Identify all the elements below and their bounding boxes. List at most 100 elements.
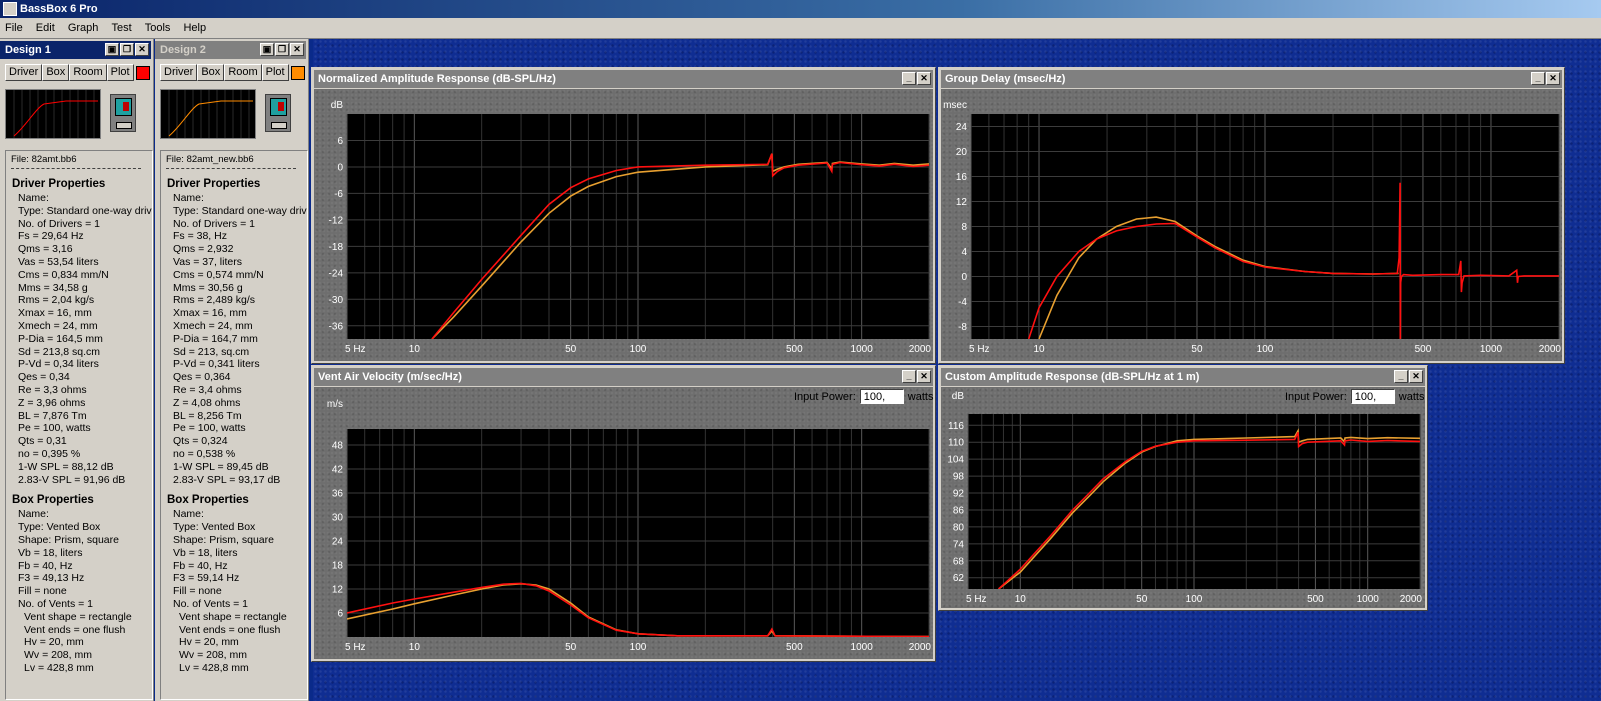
plot-color-swatch[interactable] <box>290 66 305 80</box>
design-title: Design 2 <box>160 44 206 56</box>
y-tick-label: 12 <box>956 197 968 208</box>
y-axis-unit-label: msec <box>943 100 967 111</box>
x-tick-label: 10 <box>1015 594 1027 605</box>
y-tick-label: 86 <box>953 505 965 516</box>
minimize-icon[interactable]: _ <box>1394 370 1408 383</box>
design-title-bar[interactable]: Design 2 ▣ ❐ ✕ <box>155 41 306 59</box>
y-tick-label: -30 <box>329 295 344 306</box>
amplitude-graph-window: Normalized Amplitude Response (dB-SPL/Hz… <box>311 67 936 364</box>
driver-property: Type: Standard one-way drive <box>18 204 153 217</box>
minimize-icon[interactable]: _ <box>1531 72 1545 85</box>
y-tick-label: -12 <box>329 215 344 226</box>
x-tick-label: 1000 <box>1480 344 1503 355</box>
group-delay-graph-title: Group Delay (msec/Hz) <box>945 73 1066 85</box>
plot-color-swatch[interactable] <box>135 66 150 80</box>
driver-property: Z = 3,96 ohms <box>18 396 86 409</box>
box-button[interactable]: Box <box>197 64 225 81</box>
design-title-bar[interactable]: Design 1 ▣ ❐ ✕ <box>0 41 151 59</box>
driver-property: Qts = 0,324 <box>173 435 228 448</box>
y-tick-label: 104 <box>947 455 964 466</box>
minimize-icon[interactable]: _ <box>902 72 916 85</box>
menu-graph[interactable]: Graph <box>63 18 104 38</box>
amplitude-graph-title: Normalized Amplitude Response (dB-SPL/Hz… <box>318 73 556 85</box>
close-icon[interactable]: ✕ <box>290 43 304 56</box>
driver-button[interactable]: Driver <box>160 64 198 81</box>
minimize-icon[interactable]: _ <box>902 370 916 383</box>
y-tick-label: 4 <box>961 247 967 258</box>
driver-property: Qts = 0,31 <box>18 435 67 448</box>
group-delay-graph-area: 24 20 16 12 8 4 0 -4 -8 msec 5 Hz 10 50 100 500 1000 200… <box>941 89 1562 361</box>
speaker-box-icon[interactable] <box>265 94 291 132</box>
close-icon[interactable]: ✕ <box>1409 370 1423 383</box>
box-property: Type: Vented Box <box>173 521 256 534</box>
driver-property: Name: <box>18 192 49 204</box>
response-thumbnail[interactable] <box>160 89 256 139</box>
x-tick-label: 10 <box>1033 344 1045 355</box>
room-button[interactable]: Room <box>224 64 262 81</box>
driver-button[interactable]: Driver <box>5 64 43 81</box>
close-icon[interactable]: ✕ <box>917 72 931 85</box>
driver-property: Qms = 2,932 <box>173 243 234 256</box>
box-button[interactable]: Box <box>42 64 70 81</box>
box-property: Hv = 20, mm <box>179 636 239 649</box>
x-tick-label: 100 <box>630 344 647 355</box>
y-tick-label: 92 <box>953 489 965 500</box>
amplitude-graph-title-bar[interactable]: Normalized Amplitude Response (dB-SPL/Hz… <box>314 70 933 88</box>
menu-help[interactable]: Help <box>178 18 211 38</box>
y-tick-label: 18 <box>332 561 344 572</box>
close-icon[interactable]: ✕ <box>917 370 931 383</box>
driver-property: BL = 7,876 Tm <box>18 409 87 422</box>
y-tick-label: 0 <box>961 272 967 283</box>
close-icon[interactable]: ✕ <box>1546 72 1560 85</box>
x-tick-label: 2000 <box>1400 594 1423 605</box>
driver-property: Name: <box>173 192 204 204</box>
driver-property: Cms = 0,834 mm/N <box>18 268 109 281</box>
menu-test[interactable]: Test <box>106 18 136 38</box>
y-tick-label: 0 <box>337 162 343 173</box>
speaker-box-icon[interactable] <box>110 94 136 132</box>
menu-file[interactable]: File <box>0 18 28 38</box>
box-property: Shape: Prism, square <box>173 534 274 546</box>
plot-button[interactable]: Plot <box>261 64 289 81</box>
response-thumbnail[interactable] <box>5 89 101 139</box>
driver-property: Fs = 29,64 Hz <box>18 230 84 243</box>
driver-property: Vas = 53,54 liters <box>18 256 99 268</box>
save-icon[interactable]: ▣ <box>260 43 274 56</box>
box-property: Vent ends = one flush <box>24 623 126 636</box>
copy-icon[interactable]: ❐ <box>120 43 134 56</box>
group-delay-chart: 24 20 16 12 8 4 0 -4 -8 msec 5 Hz 10 50 100 500 1000 200… <box>943 100 1561 355</box>
box-property: No. of Vents = 1 <box>173 598 249 610</box>
driver-properties-heading: Driver Properties <box>12 178 106 190</box>
save-icon[interactable]: ▣ <box>105 43 119 56</box>
driver-property: Type: Standard one-way drive <box>173 204 308 217</box>
box-property: Vb = 18, liters <box>173 546 238 559</box>
menu-bar: File Edit Graph Test Tools Help <box>0 18 1601 39</box>
box-properties-heading: Box Properties <box>12 494 94 507</box>
box-property: Lv = 428,8 mm <box>24 662 94 674</box>
copy-icon[interactable]: ❐ <box>275 43 289 56</box>
design-panel-2: Design 2 ▣ ❐ ✕ Driver Box Room Plot File: 82amt_… <box>155 39 309 701</box>
custom-amplitude-graph-title-bar[interactable]: Custom Amplitude Response (dB-SPL/Hz at … <box>941 368 1425 386</box>
group-delay-graph-title-bar[interactable]: Group Delay (msec/Hz) _ ✕ <box>941 70 1562 88</box>
menu-edit[interactable]: Edit <box>31 18 60 38</box>
group-delay-graph-window: Group Delay (msec/Hz) _ ✕ 24 20 16 12 8 4 0 -4 -8… <box>938 67 1565 364</box>
driver-property: Cms = 0,574 mm/N <box>173 268 264 281</box>
box-property: Lv = 428,8 mm <box>179 662 249 674</box>
driver-property: Z = 4,08 ohms <box>173 396 241 409</box>
driver-property: Re = 3,4 ohms <box>173 384 242 396</box>
room-button[interactable]: Room <box>69 64 107 81</box>
y-tick-label: 68 <box>953 556 965 567</box>
x-tick-label: 5 Hz <box>345 642 366 653</box>
box-property: F3 = 49,13 Hz <box>18 572 85 585</box>
driver-property: Mms = 30,56 g <box>173 281 243 294</box>
vent-velocity-graph-title-bar[interactable]: Vent Air Velocity (m/sec/Hz) _ ✕ <box>314 368 933 386</box>
close-icon[interactable]: ✕ <box>135 43 149 56</box>
plot-button[interactable]: Plot <box>106 64 134 81</box>
vent-velocity-graph-title: Vent Air Velocity (m/sec/Hz) <box>318 371 462 383</box>
menu-tools[interactable]: Tools <box>140 18 176 38</box>
driver-property: No. of Drivers = 1 <box>173 217 255 230</box>
x-tick-label: 100 <box>630 642 647 653</box>
amplitude-chart: 6 0 -6 -12 -18 -24 -30 -36 dB 5 Hz 10 50 100 500 1000 2… <box>329 100 932 355</box>
driver-property: P-Vd = 0,341 liters <box>173 358 260 371</box>
thumbnail-curve <box>168 100 253 137</box>
